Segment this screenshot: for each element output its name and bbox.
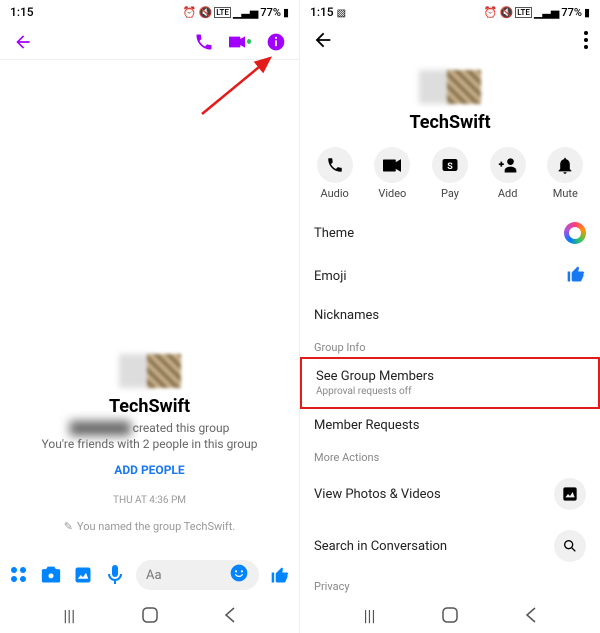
pencil-icon: ✎ <box>64 520 73 533</box>
app-bar <box>0 24 299 60</box>
battery-text: 77% <box>260 6 281 19</box>
mute-icon: 🔇 <box>198 6 212 19</box>
privacy-section: Privacy <box>300 572 600 597</box>
search-row[interactable]: Search in Conversation <box>300 520 600 572</box>
detail-header: TechSwift <box>300 60 600 147</box>
created-by-line: ████████ created this group <box>70 421 230 435</box>
camera-icon[interactable] <box>40 564 62 586</box>
group-name: TechSwift <box>409 112 490 133</box>
chat-body: TechSwift ████████ created this group Yo… <box>0 60 299 553</box>
conversation-pane: 1:15 ⏰ 🔇 LTE ▁▃▅ 77% ▮ <box>0 0 300 633</box>
more-button[interactable] <box>584 31 588 53</box>
theme-row[interactable]: Theme <box>300 212 600 254</box>
action-row: Audio Video S Pay Add Mute <box>300 147 600 212</box>
home-button[interactable] <box>439 604 461 626</box>
emoji-row[interactable]: Emoji <box>300 254 600 298</box>
group-name: TechSwift <box>109 396 190 417</box>
battery-text: 77% <box>561 6 582 19</box>
placeholder: Aa <box>146 568 162 583</box>
back-button[interactable] <box>312 29 334 55</box>
friends-line: You're friends with 2 people in this gro… <box>42 437 258 451</box>
emoji-picker-icon[interactable] <box>229 563 249 587</box>
more-actions-section: More Actions <box>300 443 600 468</box>
nicknames-row[interactable]: Nicknames <box>300 298 600 333</box>
view-photos-row[interactable]: View Photos & Videos <box>300 468 600 520</box>
back-nav-button[interactable] <box>520 604 542 626</box>
mute-icon: 🔇 <box>499 6 513 19</box>
video-status-dot <box>247 39 251 44</box>
battery-icon: ▮ <box>584 6 590 19</box>
search-icon <box>554 530 586 562</box>
screenshot-icon: ▧ <box>337 8 346 19</box>
alarm-icon: ⏰ <box>484 6 498 19</box>
member-requests-row[interactable]: Member Requests <box>300 408 600 443</box>
home-button[interactable] <box>139 604 161 626</box>
status-bar: 1:15 ▧ ⏰ 🔇 LTE ▁▃▅ 77% ▮ <box>300 0 600 24</box>
group-avatar[interactable] <box>119 354 181 388</box>
message-input[interactable]: Aa <box>136 560 259 590</box>
back-nav-button[interactable] <box>219 604 241 626</box>
status-icons: ⏰ 🔇 LTE ▁▃▅ 77% ▮ <box>484 6 590 19</box>
audio-action[interactable]: Audio <box>308 147 362 200</box>
video-action[interactable]: Video <box>365 147 419 200</box>
battery-icon: ▮ <box>283 6 289 19</box>
thumbs-up-icon <box>566 264 586 288</box>
system-message: ✎ You named the group TechSwift. <box>64 520 236 533</box>
pay-action[interactable]: S Pay <box>423 147 477 200</box>
group-info-section: Group Info <box>300 333 600 358</box>
signal-icon: ▁▃▅ <box>233 6 258 19</box>
mute-action[interactable]: Mute <box>538 147 592 200</box>
lte-icon: LTE <box>515 7 532 18</box>
back-button[interactable] <box>12 31 34 53</box>
gallery-icon[interactable] <box>72 564 94 586</box>
see-group-members-row[interactable]: See Group Members Approval requests off <box>300 357 600 409</box>
timestamp: THU AT 4:36 PM <box>113 495 186 506</box>
recents-button[interactable]: ||| <box>359 604 381 626</box>
nav-bar: ||| <box>300 597 600 633</box>
group-avatar[interactable] <box>419 70 481 104</box>
status-icons: ⏰ 🔇 LTE ▁▃▅ 77% ▮ <box>183 6 289 19</box>
nav-bar: ||| <box>0 597 299 633</box>
status-time: 1:15 ▧ <box>310 5 346 19</box>
theme-icon <box>564 222 586 244</box>
audio-call-button[interactable] <box>193 31 215 53</box>
recents-button[interactable]: ||| <box>58 604 80 626</box>
settings-list: Theme Emoji Nicknames Group Info See Gro… <box>300 212 600 597</box>
mic-icon[interactable] <box>104 564 126 586</box>
apps-icon[interactable] <box>8 564 30 586</box>
signal-icon: ▁▃▅ <box>534 6 559 19</box>
photos-icon <box>554 478 586 510</box>
add-action[interactable]: Add <box>481 147 535 200</box>
alarm-icon: ⏰ <box>183 6 197 19</box>
add-people-button[interactable]: ADD PEOPLE <box>114 463 184 477</box>
svg-text:S: S <box>447 162 453 172</box>
like-button[interactable] <box>269 564 291 586</box>
input-bar: Aa <box>0 553 299 597</box>
info-button[interactable] <box>265 31 287 53</box>
app-bar <box>300 24 600 60</box>
details-pane: 1:15 ▧ ⏰ 🔇 LTE ▁▃▅ 77% ▮ TechSwift Audio <box>300 0 600 633</box>
video-call-button[interactable] <box>229 31 251 53</box>
lte-icon: LTE <box>214 7 231 18</box>
status-time: 1:15 <box>10 5 34 19</box>
status-bar: 1:15 ⏰ 🔇 LTE ▁▃▅ 77% ▮ <box>0 0 299 24</box>
